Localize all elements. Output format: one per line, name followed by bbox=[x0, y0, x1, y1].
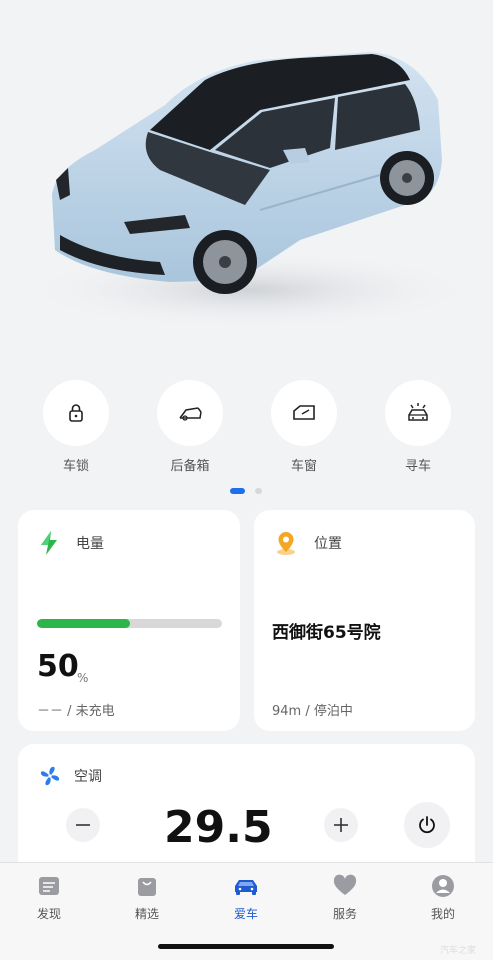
car-image bbox=[0, 0, 493, 370]
tab-service[interactable]: 服务 bbox=[315, 873, 375, 922]
tab-featured-label: 精选 bbox=[134, 907, 159, 921]
location-address: 西御街65号院 bbox=[272, 623, 381, 643]
fan-icon bbox=[40, 766, 60, 786]
trunk-circle[interactable] bbox=[157, 380, 223, 446]
battery-bar-fill bbox=[37, 619, 130, 628]
location-pin-icon bbox=[277, 532, 295, 555]
lock-label: 车锁 bbox=[62, 459, 89, 474]
location-title: 位置 bbox=[314, 536, 342, 552]
tab-discover-label: 发现 bbox=[36, 907, 61, 921]
plus-icon bbox=[334, 818, 348, 832]
page-dot[interactable] bbox=[255, 488, 262, 494]
window-icon bbox=[293, 405, 315, 420]
power-icon bbox=[419, 816, 435, 834]
quick-actions: 车锁 后备箱 车窗 寻车 bbox=[0, 380, 493, 480]
car-icon bbox=[235, 880, 257, 895]
minus-icon bbox=[76, 824, 90, 826]
ac-temperature: 29.5 bbox=[164, 802, 273, 853]
find-car-label: 寻车 bbox=[404, 459, 431, 474]
find-car-circle[interactable] bbox=[385, 380, 451, 446]
battery-bar bbox=[37, 619, 222, 628]
shopping-bag-icon bbox=[138, 878, 156, 896]
ac-power-button[interactable] bbox=[404, 802, 450, 848]
ac-title: 空调 bbox=[74, 769, 102, 785]
tab-profile-label: 我的 bbox=[430, 907, 455, 921]
find-car-icon bbox=[408, 403, 428, 421]
tab-featured[interactable]: 精选 bbox=[117, 873, 177, 922]
discover-icon bbox=[39, 877, 59, 895]
ac-card-header: 空调 bbox=[38, 764, 102, 788]
tab-my-car[interactable]: 爱车 bbox=[216, 873, 276, 922]
location-card-header: 位置 bbox=[274, 530, 342, 556]
trunk-icon bbox=[179, 407, 202, 421]
charging-status: －－ / 未充电 bbox=[37, 704, 115, 719]
watermark: 汽车之家 bbox=[440, 946, 477, 956]
window-button[interactable]: 车窗 bbox=[254, 380, 354, 474]
tab-profile[interactable]: 我的 bbox=[413, 873, 473, 922]
window-circle[interactable] bbox=[271, 380, 337, 446]
home-indicator bbox=[158, 944, 334, 949]
parking-status: 94m / 停泊中 bbox=[272, 704, 353, 719]
temperature-decrease-button[interactable] bbox=[66, 808, 100, 842]
lock-icon bbox=[69, 404, 83, 422]
tab-my-car-label: 爱车 bbox=[233, 907, 258, 921]
battery-card-header: 电量 bbox=[38, 530, 104, 556]
lock-circle[interactable] bbox=[43, 380, 109, 446]
heart-icon bbox=[333, 874, 357, 895]
lock-button[interactable]: 车锁 bbox=[26, 380, 126, 474]
battery-unit: % bbox=[77, 671, 89, 685]
battery-percent: 50 bbox=[37, 649, 79, 684]
find-car-button[interactable]: 寻车 bbox=[368, 380, 468, 474]
page-indicator bbox=[0, 488, 493, 496]
battery-title: 电量 bbox=[76, 536, 104, 552]
profile-icon bbox=[432, 875, 454, 897]
trunk-button[interactable]: 后备箱 bbox=[140, 380, 240, 474]
lightning-icon bbox=[41, 531, 57, 555]
temperature-increase-button[interactable] bbox=[324, 808, 358, 842]
trunk-label: 后备箱 bbox=[170, 459, 210, 474]
tab-service-label: 服务 bbox=[332, 907, 357, 921]
window-label: 车窗 bbox=[290, 459, 317, 474]
page-dot-active[interactable] bbox=[230, 488, 245, 494]
location-card[interactable]: 位置 西御街65号院 94m / 停泊中 bbox=[254, 510, 475, 731]
battery-card[interactable]: 电量 50 % －－ / 未充电 bbox=[18, 510, 240, 731]
tab-discover[interactable]: 发现 bbox=[19, 873, 79, 922]
